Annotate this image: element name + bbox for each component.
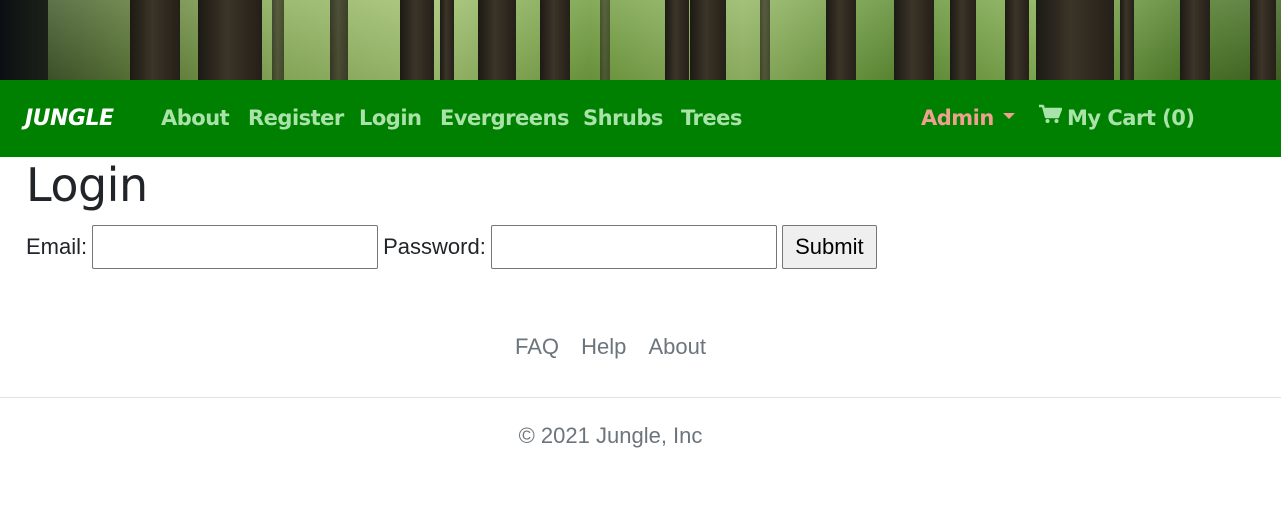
brand-logo-link[interactable]: JUNGLE bbox=[25, 106, 114, 131]
footer-link-about[interactable]: About bbox=[649, 334, 707, 359]
admin-dropdown-toggle[interactable]: Admin bbox=[921, 106, 1015, 130]
header-banner-image bbox=[0, 0, 1281, 80]
caret-down-icon bbox=[1002, 113, 1015, 119]
shopping-cart-icon bbox=[1038, 104, 1063, 129]
footer-link-faq[interactable]: FAQ bbox=[515, 334, 559, 359]
nav-link-shrubs[interactable]: Shrubs bbox=[583, 106, 663, 130]
login-form: Email: Password: Submit bbox=[26, 225, 877, 269]
email-input[interactable] bbox=[92, 225, 379, 269]
cart-link[interactable]: My Cart (0) bbox=[1038, 104, 1195, 132]
admin-dropdown-label: Admin bbox=[921, 106, 994, 130]
footer-link-help[interactable]: Help bbox=[581, 334, 626, 359]
nav-link-login[interactable]: Login bbox=[359, 106, 422, 130]
password-label: Password: bbox=[383, 234, 486, 259]
footer-divider bbox=[0, 397, 1281, 398]
password-input[interactable] bbox=[490, 225, 777, 269]
cart-label: My Cart (0) bbox=[1067, 106, 1195, 130]
nav-link-evergreens[interactable]: Evergreens bbox=[440, 106, 569, 130]
nav-link-register[interactable]: Register bbox=[248, 106, 344, 130]
nav-link-trees[interactable]: Trees bbox=[681, 106, 742, 130]
footer-links: FAQ Help About bbox=[0, 334, 1221, 360]
nav-link-about[interactable]: About bbox=[161, 106, 230, 130]
copyright-text: © 2021 Jungle, Inc bbox=[518, 423, 703, 448]
page-title: Login bbox=[26, 158, 148, 212]
main-navbar: JUNGLE About Register Login Evergreens S… bbox=[0, 80, 1281, 157]
submit-button[interactable]: Submit bbox=[781, 225, 877, 269]
email-label: Email: bbox=[26, 234, 88, 259]
